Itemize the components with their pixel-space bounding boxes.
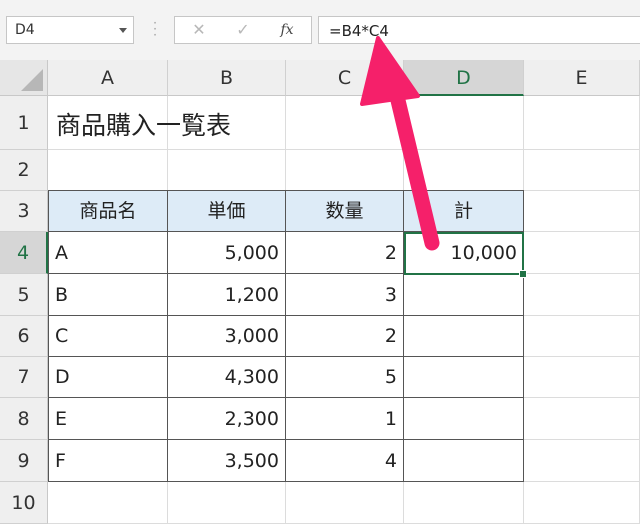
cell-d7[interactable]: [404, 357, 524, 398]
column-header-c[interactable]: C: [286, 60, 404, 96]
check-icon[interactable]: ✓: [229, 20, 257, 40]
cell-c2[interactable]: [286, 150, 404, 191]
column-header-e[interactable]: E: [524, 60, 640, 96]
cell-a9[interactable]: F: [49, 440, 168, 482]
fill-handle[interactable]: [519, 270, 527, 278]
column-header-b[interactable]: B: [168, 60, 286, 96]
cell-e5[interactable]: [524, 274, 640, 316]
cell-a7[interactable]: D: [49, 357, 168, 398]
cell-d5[interactable]: [404, 274, 524, 316]
cell-c1[interactable]: [286, 96, 404, 150]
cell-d3[interactable]: 計: [404, 191, 524, 232]
row-header-4[interactable]: 4: [0, 232, 48, 274]
cell-d10[interactable]: [404, 482, 524, 524]
cell-b5[interactable]: 1,200: [168, 274, 286, 316]
name-box-value: D4: [15, 22, 35, 38]
row-header-1[interactable]: 1: [0, 96, 48, 150]
cell-a10[interactable]: [48, 482, 168, 524]
row-header-10[interactable]: 10: [0, 482, 48, 524]
cell-d1[interactable]: [404, 96, 524, 150]
row-header-7[interactable]: 7: [0, 357, 48, 398]
row-header-2[interactable]: 2: [0, 150, 48, 191]
cell-c6[interactable]: 2: [286, 316, 404, 357]
row-header-5[interactable]: 5: [0, 274, 48, 316]
cell-c5[interactable]: 3: [286, 274, 404, 316]
cell-a5[interactable]: B: [49, 274, 168, 316]
cell-a3[interactable]: 商品名: [49, 191, 168, 232]
cell-c4[interactable]: 2: [286, 232, 404, 274]
cell-d6[interactable]: [404, 316, 524, 357]
cell-c7[interactable]: 5: [286, 357, 404, 398]
cell-e4[interactable]: [524, 232, 640, 274]
column-header-d[interactable]: D: [404, 60, 524, 96]
cell-c8[interactable]: 1: [286, 398, 404, 440]
formula-buttons: ✕ ✓ fx: [174, 16, 312, 44]
cell-b4[interactable]: 5,000: [168, 232, 286, 274]
row-header-9[interactable]: 9: [0, 440, 48, 482]
cell-e1[interactable]: [524, 96, 640, 150]
cell-e7[interactable]: [524, 357, 640, 398]
cell-b7[interactable]: 4,300: [168, 357, 286, 398]
formula-text: =B4*C4: [329, 22, 389, 40]
cell-e3[interactable]: [524, 191, 640, 232]
chevron-down-icon[interactable]: [119, 28, 127, 33]
cancel-icon[interactable]: ✕: [185, 20, 213, 40]
cell-e2[interactable]: [524, 150, 640, 191]
cell-b8[interactable]: 2,300: [168, 398, 286, 440]
cell-b10[interactable]: [168, 482, 286, 524]
cell-e10[interactable]: [524, 482, 640, 524]
cell-c10[interactable]: [286, 482, 404, 524]
vertical-dots-icon[interactable]: · · ·: [150, 17, 160, 41]
row-header-6[interactable]: 6: [0, 316, 48, 357]
cell-c9[interactable]: 4: [286, 440, 404, 482]
cell-b9[interactable]: 3,500: [168, 440, 286, 482]
select-all-corner[interactable]: [0, 60, 48, 96]
active-cell-border: [404, 232, 524, 275]
cell-a6[interactable]: C: [49, 316, 168, 357]
cell-a4[interactable]: A: [49, 232, 168, 274]
cell-e6[interactable]: [524, 316, 640, 357]
cell-a8[interactable]: E: [49, 398, 168, 440]
fx-icon[interactable]: fx: [273, 20, 301, 40]
column-header-a[interactable]: A: [48, 60, 168, 96]
row-header-8[interactable]: 8: [0, 398, 48, 440]
select-all-triangle-icon: [21, 69, 43, 91]
cell-e8[interactable]: [524, 398, 640, 440]
cell-b3[interactable]: 単価: [168, 191, 286, 232]
cell-b6[interactable]: 3,000: [168, 316, 286, 357]
sheet-title: 商品購入一覧表: [56, 111, 232, 140]
row-header-3[interactable]: 3: [0, 191, 48, 232]
cell-d8[interactable]: [404, 398, 524, 440]
cell-c3[interactable]: 数量: [286, 191, 404, 232]
cell-d9[interactable]: [404, 440, 524, 482]
cell-e9[interactable]: [524, 440, 640, 482]
cell-b2[interactable]: [168, 150, 286, 191]
name-box[interactable]: D4: [6, 16, 134, 44]
cell-d2[interactable]: [404, 150, 524, 191]
cell-a2[interactable]: [48, 150, 168, 191]
formula-bar-area: D4 · · · ✕ ✓ fx =B4*C4: [0, 0, 640, 61]
formula-input[interactable]: =B4*C4: [318, 16, 640, 44]
